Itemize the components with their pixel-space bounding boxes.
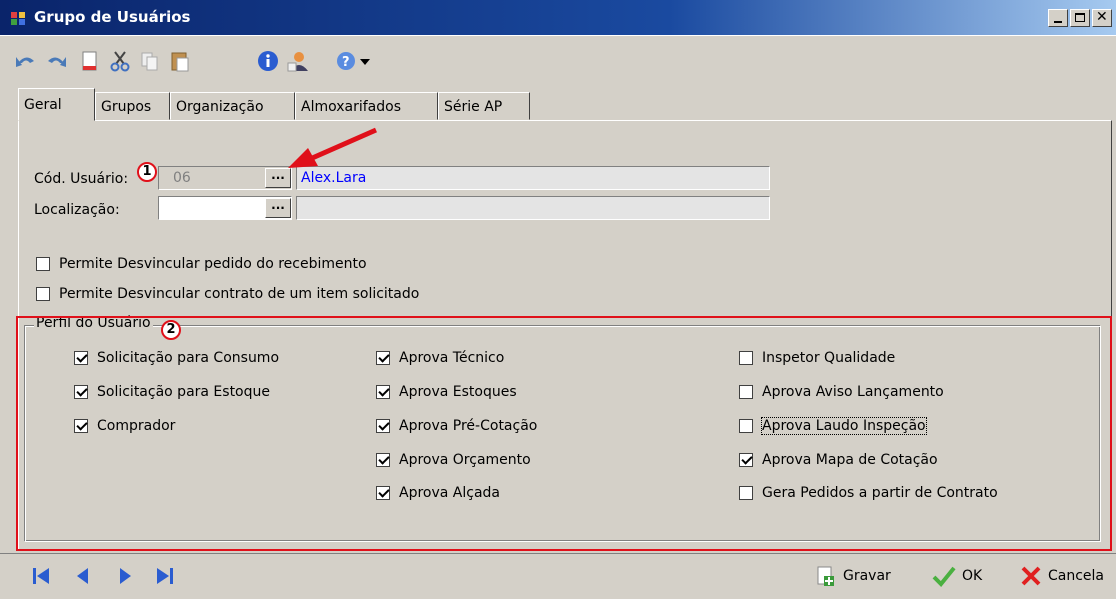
toolbar: ? (0, 37, 1116, 87)
tab-label: Grupos (101, 99, 152, 115)
annotation-arrow-icon (288, 127, 378, 168)
users-group-icon (11, 12, 25, 25)
new-document-icon[interactable] (78, 49, 102, 73)
chevron-down-icon[interactable] (358, 49, 372, 73)
info-icon[interactable] (256, 49, 280, 73)
checkbox-label: Permite Desvincular contrato de um item … (59, 286, 420, 302)
cancela-button[interactable]: Cancela (1020, 563, 1104, 589)
ok-button[interactable]: OK (932, 563, 982, 589)
annotation-marker-1: 1 (137, 162, 157, 182)
last-record-icon[interactable] (154, 564, 176, 588)
navigation-bar: Gravar OK Cancela (0, 553, 1116, 599)
tab-serie-ap[interactable]: Série AP (438, 92, 530, 120)
checkbox-label: Permite Desvincular pedido do recebiment… (59, 256, 367, 272)
minimize-button[interactable] (1048, 9, 1068, 27)
gravar-label: Gravar (843, 568, 891, 584)
cod-usuario-value: 06 (173, 170, 191, 186)
permite-desvincular-contrato-checkbox[interactable]: Permite Desvincular contrato de um item … (36, 286, 419, 302)
first-record-icon[interactable] (30, 564, 52, 588)
tab-label: Organização (176, 99, 264, 115)
paste-icon[interactable] (168, 49, 192, 73)
localizacao-description-field (296, 196, 770, 220)
cancela-label: Cancela (1048, 568, 1105, 584)
tab-label: Série AP (444, 99, 503, 115)
gravar-button[interactable]: Gravar (815, 563, 891, 589)
cut-icon[interactable] (108, 49, 132, 73)
svg-text:?: ? (342, 55, 350, 70)
close-button[interactable]: ✕ (1092, 9, 1112, 27)
tab-geral[interactable]: Geral (18, 88, 95, 121)
redo-icon[interactable] (44, 49, 68, 73)
save-icon (817, 566, 834, 586)
close-icon: ✕ (1096, 9, 1108, 25)
tab-almoxarifados[interactable]: Almoxarifados (295, 92, 438, 120)
annotation-marker-2: 2 (161, 320, 181, 340)
checkmark-icon (932, 566, 956, 587)
localizacao-label: Localização: (34, 202, 120, 218)
tab-label: Geral (24, 97, 62, 113)
help-icon[interactable]: ? (334, 49, 358, 73)
previous-record-icon[interactable] (72, 564, 94, 588)
window-titlebar: Grupo de Usuários ✕ (0, 0, 1116, 36)
cancel-icon (1021, 566, 1041, 586)
localizacao-lookup-button[interactable]: ... (265, 198, 291, 218)
user-icon[interactable] (286, 49, 310, 73)
permite-desvincular-recebimento-checkbox[interactable]: Permite Desvincular pedido do recebiment… (36, 256, 367, 272)
checkbox-box[interactable] (36, 287, 50, 301)
next-record-icon[interactable] (114, 564, 136, 588)
copy-icon[interactable] (138, 49, 162, 73)
checkbox-box[interactable] (36, 257, 50, 271)
window-title: Grupo de Usuários (34, 8, 191, 26)
tab-organizacao[interactable]: Organização (170, 92, 295, 120)
cod-usuario-label: Cód. Usuário: (34, 171, 129, 187)
ok-label: OK (962, 568, 983, 584)
maximize-button[interactable] (1070, 9, 1090, 27)
tab-label: Almoxarifados (301, 99, 402, 115)
tab-grupos[interactable]: Grupos (95, 92, 170, 120)
undo-icon[interactable] (14, 49, 38, 73)
annotation-highlight-box (16, 316, 1112, 551)
